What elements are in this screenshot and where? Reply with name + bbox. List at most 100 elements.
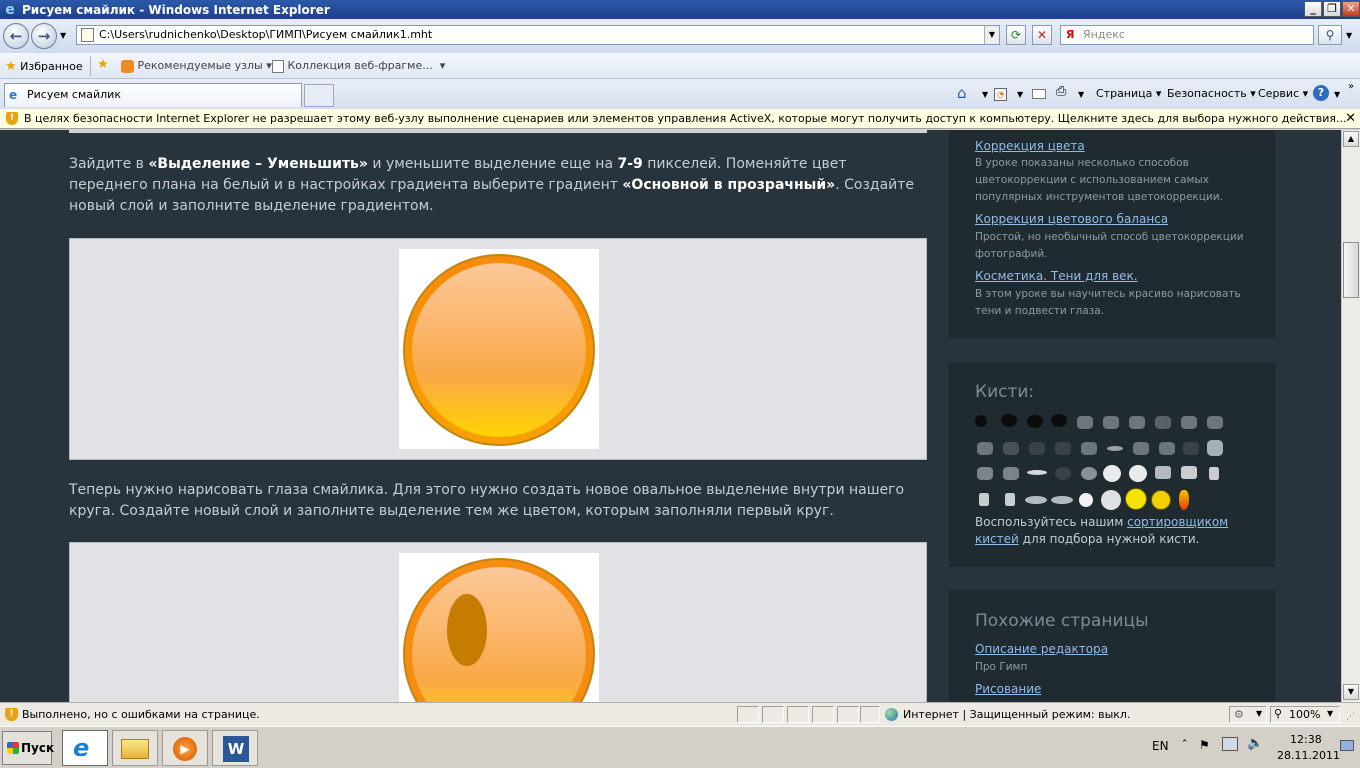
search-options-icon[interactable]: ▼: [1346, 31, 1352, 40]
brush-thumb[interactable]: [1155, 416, 1171, 429]
history-dropdown-icon[interactable]: ▼: [60, 31, 66, 40]
infobar-close-icon[interactable]: ✕: [1345, 109, 1356, 128]
feeds-dropdown-icon[interactable]: ▼: [1017, 90, 1023, 99]
brush-thumb[interactable]: [1027, 415, 1043, 428]
tools-menu[interactable]: Сервис ▾: [1258, 87, 1308, 100]
taskbar-ie[interactable]: e: [62, 730, 108, 766]
tab-current[interactable]: e Рисуем смайлик: [4, 83, 302, 107]
forward-button[interactable]: →: [31, 23, 57, 49]
add-favorite-icon[interactable]: ★: [97, 57, 109, 72]
brush-thumb[interactable]: [1155, 466, 1171, 479]
new-tab-button[interactable]: [304, 84, 334, 107]
brush-thumb[interactable]: [975, 415, 987, 427]
taskbar-word[interactable]: W: [212, 730, 258, 766]
brush-thumb[interactable]: [1181, 466, 1197, 479]
rss-feeds-icon[interactable]: ◔: [994, 88, 1007, 101]
show-hidden-icons-icon[interactable]: ⌃: [1181, 739, 1189, 749]
clock-time[interactable]: 12:38: [1290, 733, 1322, 746]
toolbar-overflow-icon[interactable]: »: [1348, 81, 1354, 92]
zoom-control[interactable]: ⚲ 100% ▼: [1270, 706, 1340, 723]
brush-thumb[interactable]: [1129, 416, 1145, 429]
safety-menu[interactable]: Безопасность ▾: [1167, 87, 1256, 100]
search-field[interactable]: Я Яндекс: [1060, 25, 1314, 45]
back-button[interactable]: ←: [3, 23, 29, 49]
lesson-link-color-balance[interactable]: Коррекция цветового баланса: [975, 212, 1168, 226]
page-error-icon[interactable]: !: [5, 708, 18, 721]
show-desktop-icon[interactable]: [1340, 740, 1354, 751]
close-button[interactable]: ✕: [1342, 1, 1360, 17]
brush-thumb[interactable]: [1003, 442, 1019, 455]
read-mail-icon[interactable]: [1032, 89, 1046, 99]
brush-thumb[interactable]: [1181, 416, 1197, 429]
language-indicator[interactable]: EN: [1152, 739, 1169, 753]
brush-thumb[interactable]: [1055, 442, 1071, 455]
start-button[interactable]: Пуск: [2, 731, 54, 765]
search-icon[interactable]: ⚲: [1318, 25, 1342, 45]
brush-thumb[interactable]: [1209, 467, 1219, 480]
similar-link-drawing[interactable]: Рисование: [975, 682, 1041, 696]
brush-thumb[interactable]: [1103, 465, 1121, 482]
address-dropdown-icon[interactable]: ▼: [984, 26, 999, 44]
scroll-down-arrow-icon[interactable]: ▼: [1343, 684, 1359, 700]
stop-button[interactable]: ✕: [1032, 25, 1052, 45]
lesson-link-color-correction[interactable]: Коррекция цвета: [975, 139, 1085, 153]
brush-previews[interactable]: [975, 414, 1265, 514]
brush-thumb[interactable]: [1079, 493, 1093, 507]
flame-brush-icon[interactable]: [1179, 490, 1189, 510]
resize-grip-icon[interactable]: ⋰: [1346, 712, 1355, 722]
brush-thumb[interactable]: [1101, 490, 1121, 510]
brush-thumb[interactable]: [1207, 416, 1223, 429]
suggested-sites-button[interactable]: Рекомендуемые узлы ▾: [121, 59, 272, 73]
scroll-up-arrow-icon[interactable]: ▲: [1343, 131, 1359, 147]
brush-thumb[interactable]: [1159, 442, 1175, 455]
print-dropdown-icon[interactable]: ▼: [1078, 90, 1084, 99]
minimize-button[interactable]: _: [1304, 1, 1322, 17]
brush-thumb[interactable]: [1005, 493, 1015, 506]
brush-thumb[interactable]: [1207, 440, 1223, 456]
brush-thumb[interactable]: [1077, 416, 1093, 429]
brush-thumb[interactable]: [1081, 467, 1097, 480]
scrollbar-thumb[interactable]: [1343, 242, 1359, 298]
volume-icon[interactable]: 🔈: [1247, 736, 1263, 751]
brush-thumb[interactable]: [1129, 465, 1147, 482]
brush-thumb[interactable]: [1103, 416, 1119, 429]
page-menu[interactable]: Страница ▾: [1096, 87, 1161, 100]
help-icon[interactable]: ?: [1313, 85, 1329, 101]
security-infobar[interactable]: ! В целях безопасности Internet Explorer…: [0, 109, 1360, 129]
home-icon[interactable]: ⌂: [957, 84, 967, 102]
taskbar-explorer[interactable]: [112, 730, 158, 766]
brush-thumb[interactable]: [1051, 414, 1067, 427]
brush-thumb[interactable]: [977, 467, 993, 480]
smiley-brush-icon[interactable]: [1125, 488, 1147, 510]
web-slice-gallery-button[interactable]: Коллекция веб-фрагме... ▾: [272, 59, 445, 73]
lesson-link-eyeshadow[interactable]: Косметика. Тени для век.: [975, 269, 1138, 283]
brush-thumb[interactable]: [977, 442, 993, 455]
brush-thumb[interactable]: [1183, 442, 1199, 455]
vertical-scrollbar[interactable]: ▲ ▼: [1341, 130, 1360, 702]
help-dropdown-icon[interactable]: ▼: [1334, 90, 1340, 99]
refresh-button[interactable]: ⟳: [1006, 25, 1026, 45]
similar-link-editor-description[interactable]: Описание редактора: [975, 642, 1108, 656]
network-icon[interactable]: [1222, 737, 1238, 751]
protected-mode-cell[interactable]: ⚙ ▼: [1229, 706, 1267, 723]
brush-thumb[interactable]: [1029, 442, 1045, 455]
favorites-button[interactable]: ★ Избранное: [5, 59, 83, 74]
brush-thumb[interactable]: [1001, 414, 1017, 427]
brush-thumb[interactable]: [1055, 467, 1071, 480]
surprised-smiley-brush-icon[interactable]: [1151, 490, 1171, 510]
restore-button[interactable]: ❐: [1323, 1, 1341, 17]
address-field[interactable]: C:\Users\rudnichenko\Desktop\ГИМП\Рисуем…: [76, 25, 1000, 45]
brush-thumb[interactable]: [979, 493, 989, 506]
brush-thumb[interactable]: [1051, 496, 1073, 504]
action-center-flag-icon[interactable]: ⚑: [1199, 738, 1210, 752]
print-icon[interactable]: ⎙: [1056, 84, 1066, 99]
brush-thumb[interactable]: [1107, 446, 1123, 451]
brush-thumb[interactable]: [1025, 496, 1047, 504]
brush-thumb[interactable]: [1081, 442, 1097, 455]
brush-thumb[interactable]: [1003, 467, 1019, 480]
home-dropdown-icon[interactable]: ▼: [982, 90, 988, 99]
clock-date[interactable]: 28.11.2011: [1277, 749, 1340, 762]
brush-thumb[interactable]: [1027, 470, 1047, 475]
taskbar-media-player[interactable]: ▶: [162, 730, 208, 766]
brush-thumb[interactable]: [1133, 442, 1149, 455]
